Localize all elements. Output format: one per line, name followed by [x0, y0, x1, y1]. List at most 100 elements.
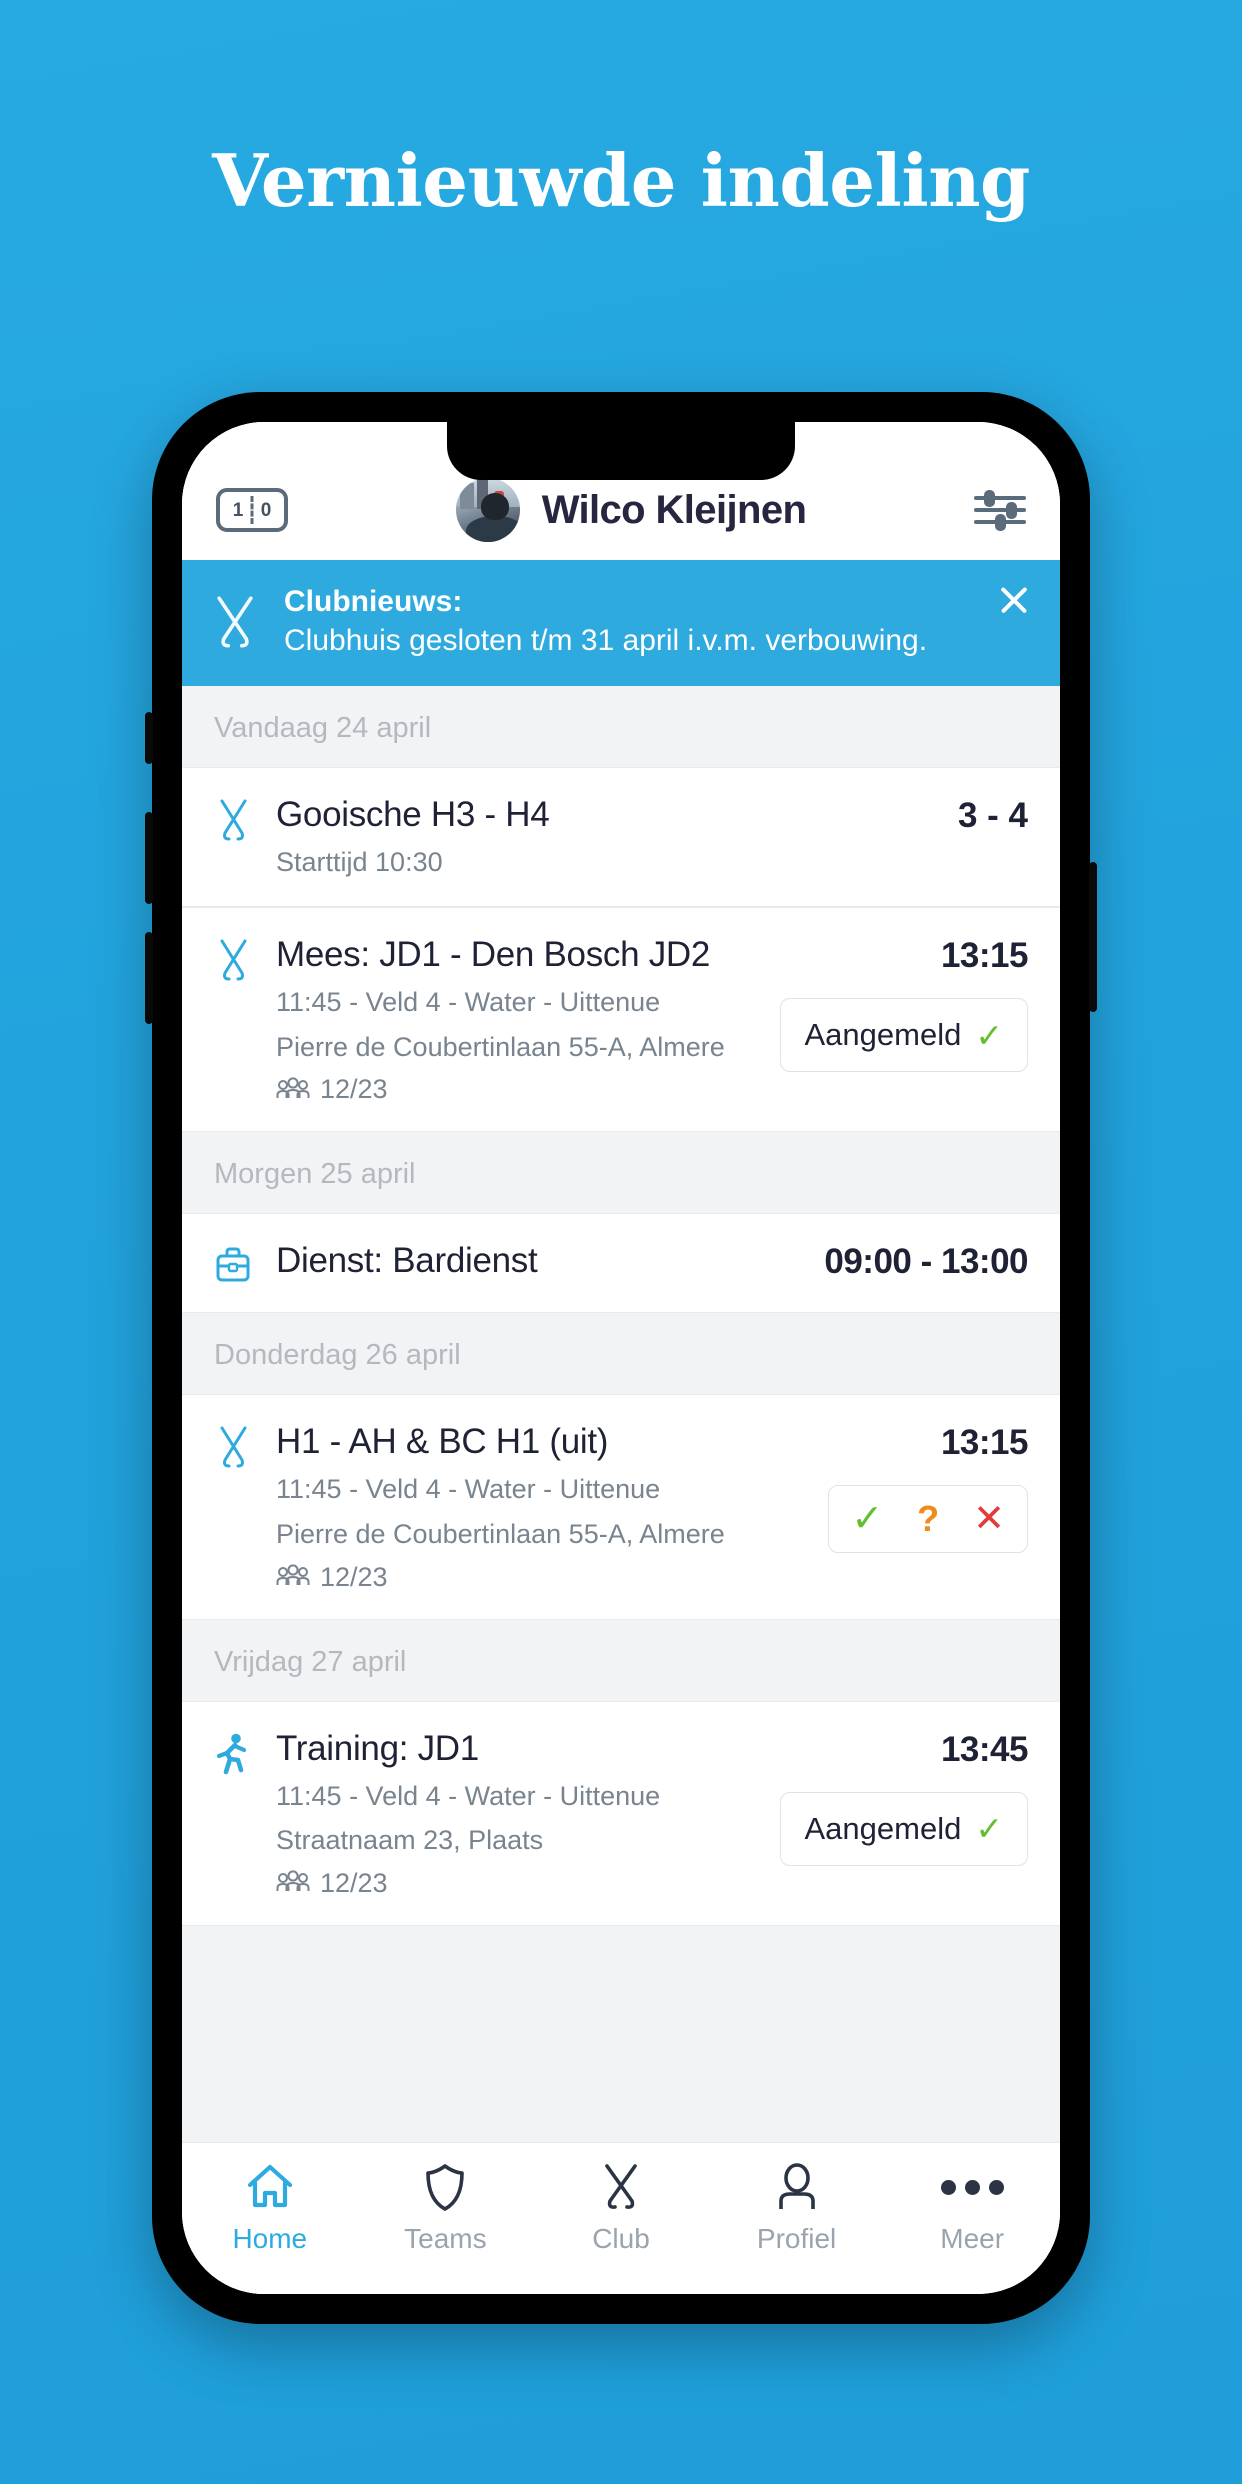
question-mark-icon[interactable]: ? [917, 1501, 939, 1537]
check-icon[interactable]: ✓ [851, 1500, 883, 1538]
event-time: 09:00 - 13:00 [824, 1242, 1028, 1282]
phone-power-button [1089, 862, 1097, 1012]
tab-home[interactable]: Home [182, 2161, 358, 2255]
phone-mute-switch [145, 712, 153, 764]
event-attendance: 12/23 [276, 1868, 760, 1899]
event-time: 13:15 [940, 936, 1029, 976]
user-name: Wilco Kleijnen [541, 487, 807, 532]
day-header: Vrijdag 27 april [182, 1619, 1060, 1701]
tab-label: Profiel [756, 2223, 837, 2254]
close-icon[interactable] [996, 582, 1032, 618]
event-details: Training: JD1 11:45 - Veld 4 - Water - Ui… [276, 1728, 760, 1899]
shield-icon [426, 2164, 465, 2211]
score-left: 1 [232, 499, 244, 521]
ellipsis-icon [940, 2161, 1004, 2213]
hockey-sticks-icon [217, 596, 253, 648]
home-icon [247, 2164, 292, 2208]
day-header: Donderdag 26 april [182, 1313, 1060, 1395]
event-attendance: 12/23 [276, 1074, 760, 1105]
match-score: 3 - 4 [957, 795, 1028, 835]
person-icon [778, 2163, 815, 2209]
tab-teams[interactable]: Teams [358, 2161, 534, 2255]
attendance-status-label: Aangemeld [804, 1017, 962, 1053]
event-location: Pierre de Coubertinlaan 55-A, Almere [276, 1031, 725, 1062]
day-header: Vandaag 24 april [182, 685, 1060, 767]
tab-label: Meer [940, 2223, 1005, 2254]
cross-icon[interactable]: ✕ [973, 1500, 1005, 1538]
attendees-icon [276, 1564, 310, 1586]
avatar[interactable] [455, 478, 520, 542]
running-icon [216, 1733, 247, 1774]
event-meta: 3 - 4 [958, 794, 1028, 836]
event-time: 13:45 [940, 1729, 1029, 1769]
sliders-icon[interactable] [974, 489, 1026, 531]
event-details: Mees: JD1 - Den Bosch JD2 11:45 - Veld 4 … [276, 934, 760, 1105]
event-title: H1 - AH & BC H1 (uit) [276, 1422, 609, 1462]
event-meta: 13:45 Aangemeld ✓ [779, 1728, 1029, 1866]
event-meta: 13:15 Aangemeld ✓ [779, 934, 1029, 1073]
hockey-sticks-icon [220, 1426, 247, 1468]
club-news-banner[interactable]: Clubnieuws: Clubhuis gesloten t/m 31 apr… [182, 560, 1060, 686]
event-details: Gooische H3 - H4 Starttijd 10:30 [276, 794, 938, 881]
event-location: Pierre de Coubertinlaan 55-A, Almere [276, 1519, 725, 1549]
list-bottom-spacer [182, 1925, 1060, 2142]
event-title: Gooische H3 - H4 [276, 794, 550, 834]
hockey-sticks-icon [220, 939, 247, 981]
event-location: Straatnaam 23, Plaats [276, 1825, 544, 1856]
list-item[interactable]: Training: JD1 11:45 - Veld 4 - Water - Ui… [182, 1700, 1060, 1926]
briefcase-icon [216, 1247, 250, 1282]
event-meta: 09:00 - 13:00 [824, 1240, 1028, 1282]
event-subtitle: Starttijd 10:30 [276, 846, 443, 877]
attendance-count: 12/23 [320, 1561, 388, 1592]
event-type-icon [210, 1728, 256, 1776]
event-subtitle: 11:45 - Veld 4 - Water - Uittenue [276, 1474, 661, 1505]
banner-title: Clubnieuws: [284, 585, 463, 618]
score-right: 0 [260, 499, 272, 521]
phone-screen: 1 0 Wilco Kleijnen Clubnieuws: Clubhuis … [182, 422, 1060, 2294]
attendance-status-button[interactable]: Aangemeld ✓ [779, 998, 1028, 1073]
hockey-sticks-icon [220, 799, 247, 840]
list-item[interactable]: H1 - AH & BC H1 (uit) 11:45 - Veld 4 - Wa… [182, 1394, 1060, 1620]
hockey-sticks-icon [605, 2164, 637, 2209]
tab-profiel[interactable]: Profiel [709, 2161, 885, 2255]
event-type-icon [210, 1421, 256, 1469]
attendance-status-label: Aangemeld [804, 1810, 962, 1846]
banner-message: Clubhuis gesloten t/m 31 april i.v.m. ve… [284, 624, 928, 657]
event-details: H1 - AH & BC H1 (uit) 11:45 - Veld 4 - Wa… [276, 1421, 808, 1592]
event-meta: 13:15 ✓? ✕ [828, 1421, 1029, 1554]
rsvp-button-group[interactable]: ✓? ✕ [828, 1485, 1028, 1554]
score-divider [250, 496, 254, 524]
tab-label: Club [592, 2223, 650, 2254]
event-type-icon [210, 794, 256, 842]
event-title: Mees: JD1 - Den Bosch JD2 [276, 935, 711, 975]
event-time: 13:15 [940, 1423, 1029, 1463]
attendance-count: 12/23 [320, 1867, 388, 1898]
phone-volume-up-button [145, 812, 153, 904]
tab-meer[interactable]: Meer [884, 2161, 1060, 2255]
sections-container: Vandaag 24 april Gooische H3 - H4 Starttij… [182, 685, 1060, 1926]
attendees-icon [276, 1077, 310, 1098]
tab-label: Home [232, 2223, 308, 2254]
event-attendance: 12/23 [276, 1562, 808, 1593]
attendance-count: 12/23 [320, 1074, 388, 1105]
phone-notch [447, 422, 795, 480]
attendees-icon [276, 1870, 310, 1892]
check-icon: ✓ [975, 1016, 1003, 1054]
tab-club[interactable]: Club [533, 2161, 709, 2255]
event-type-icon [210, 934, 256, 982]
bottom-tab-bar[interactable]: Home Teams Club Profiel Meer [182, 2142, 1060, 2294]
list-item[interactable]: Mees: JD1 - Den Bosch JD2 11:45 - Veld 4 … [182, 907, 1060, 1133]
attendance-status-button[interactable]: Aangemeld ✓ [779, 1791, 1028, 1866]
content-list[interactable]: Clubnieuws: Clubhuis gesloten t/m 31 apr… [182, 560, 1060, 2142]
event-type-icon [210, 1240, 256, 1286]
list-item[interactable]: Dienst: Bardienst 09:00 - 13:00 [182, 1213, 1060, 1314]
phone-frame: 1 0 Wilco Kleijnen Clubnieuws: Clubhuis … [145, 392, 1097, 2324]
header-center: Wilco Kleijnen [288, 478, 974, 542]
event-title: Training: JD1 [276, 1728, 479, 1768]
scoreboard-icon[interactable]: 1 0 [216, 488, 288, 532]
tab-label: Teams [404, 2223, 487, 2254]
event-title: Dienst: Bardienst [276, 1241, 538, 1281]
event-subtitle: 11:45 - Veld 4 - Water - Uittenue [276, 987, 661, 1018]
event-details: Dienst: Bardienst [276, 1240, 804, 1282]
list-item[interactable]: Gooische H3 - H4 Starttijd 10:30 3 - 4 [182, 766, 1060, 908]
